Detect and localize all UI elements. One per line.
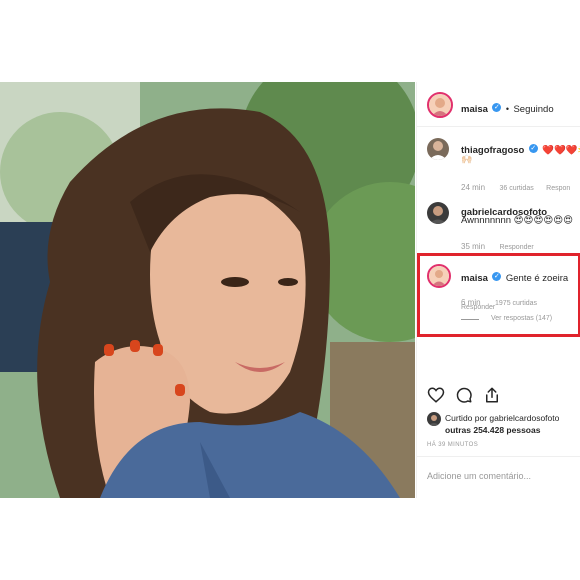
photo-illustration [0, 82, 415, 498]
author-username[interactable]: maisa [461, 104, 488, 115]
header-separator: • [505, 104, 509, 114]
post-sidebar: maisa ✓ • Seguindo thiagofragoso ✓ ❤️❤️❤… [416, 82, 580, 498]
comment-item: thiagofragoso ✓ ❤️❤️❤️🌟 🙌🏻 24 min 36 cur… [417, 132, 580, 192]
commenter-avatar[interactable] [427, 138, 449, 160]
likes-line-2: outras 254.428 pessoas [445, 425, 541, 435]
likes-summary[interactable]: Curtido por gabrielcardosofoto outras 25… [445, 412, 580, 436]
view-replies-button[interactable]: Ver respostas (147) [491, 315, 552, 322]
comment-time: 24 min [461, 183, 486, 192]
comment-item: gabrielcardosofoto Awnnnnnnn 😍😍😍😍😍😍 35 m… [417, 196, 580, 251]
comment-text-continued: 🙌🏻 [461, 154, 473, 164]
comment-likes[interactable]: 1975 curtidas [495, 300, 537, 307]
comment-text: Awnnnnnnn 😍😍😍😍😍😍 [461, 215, 574, 226]
replies-divider [461, 319, 479, 320]
comment-body: thiagofragoso ✓ ❤️❤️❤️🌟 [461, 140, 580, 158]
verified-badge-icon: ✓ [492, 103, 502, 113]
verified-badge-icon: ✓ [528, 144, 538, 154]
reply-button[interactable]: Responder [461, 304, 495, 311]
comment-meta: 24 min 36 curtidas Respon [461, 177, 570, 195]
comment-text: Gente é zoeira [505, 273, 569, 284]
commenter-avatar[interactable] [427, 202, 449, 224]
likes-line-1: Curtido por gabrielcardosofoto [445, 413, 560, 423]
follow-status[interactable]: Seguindo [513, 104, 553, 115]
heart-icon[interactable] [427, 386, 445, 404]
author-avatar[interactable] [427, 92, 453, 118]
header-info: maisa ✓ • Seguindo [461, 99, 554, 117]
comment-likes[interactable]: 36 curtidas [499, 185, 533, 192]
commenter-username[interactable]: maisa [461, 273, 488, 284]
instagram-post: maisa ✓ • Seguindo thiagofragoso ✓ ❤️❤️❤… [0, 82, 580, 498]
avatar-image [429, 94, 451, 116]
comment-meta: 35 min Responder [461, 236, 534, 254]
comment-item: maisa ✓ Gente é zoeira 6 min 1975 curtid… [417, 258, 580, 334]
commenter-avatar[interactable] [427, 264, 451, 288]
comment-body: maisa ✓ Gente é zoeira [461, 268, 568, 286]
comment-text: ❤️❤️❤️🌟 [542, 145, 580, 156]
post-header: maisa ✓ • Seguindo [417, 82, 580, 127]
selfie-photo[interactable] [0, 82, 415, 498]
add-comment-section [417, 456, 580, 499]
reply-button[interactable]: Responder [499, 244, 533, 251]
add-comment-input[interactable] [425, 470, 575, 482]
liker-avatar[interactable] [427, 412, 441, 426]
comment-icon[interactable] [455, 386, 473, 404]
comment-time: 35 min [461, 242, 486, 251]
reply-button[interactable]: Respon [546, 185, 570, 192]
verified-badge-icon: ✓ [492, 272, 502, 282]
share-icon[interactable] [483, 386, 501, 404]
post-timestamp: HÁ 39 MINUTOS [427, 442, 479, 448]
